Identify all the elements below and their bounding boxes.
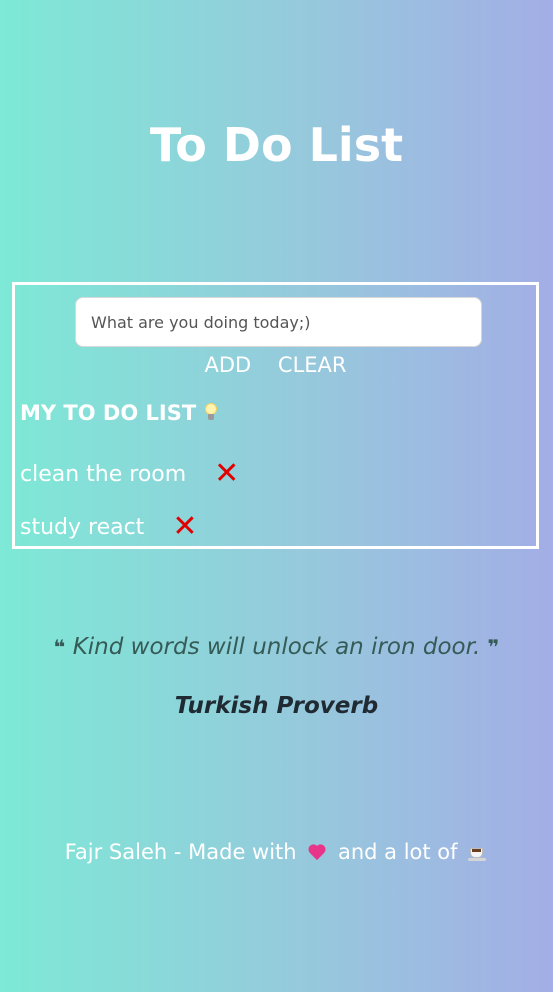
add-button[interactable]: ADD — [205, 353, 252, 377]
todo-panel: ADD CLEAR MY TO DO LIST clean the room ✕… — [12, 282, 539, 549]
page-title: To Do List — [149, 118, 404, 172]
todo-item: study react ✕ — [20, 512, 197, 542]
open-quote-icon: ❝ — [53, 635, 66, 659]
delete-icon[interactable]: ✕ — [214, 459, 239, 489]
task-input[interactable] — [75, 297, 482, 347]
quote-text: Kind words will unlock an iron door. — [72, 634, 481, 660]
coffee-icon — [468, 843, 488, 861]
footer-prefix: Fajr Saleh - Made with — [64, 840, 297, 864]
todo-item-text: clean the room — [20, 461, 187, 487]
list-heading: MY TO DO LIST — [20, 401, 218, 425]
clear-button[interactable]: CLEAR — [278, 353, 347, 377]
todo-item-text: study react — [20, 514, 145, 540]
delete-icon[interactable]: ✕ — [172, 512, 197, 542]
heart-icon — [307, 843, 327, 861]
list-heading-label: MY TO DO LIST — [20, 401, 197, 425]
action-bar: ADD CLEAR — [15, 353, 536, 377]
lightbulb-icon — [204, 403, 218, 423]
close-quote-icon: ❞ — [487, 635, 500, 659]
quote-author: Turkish Proverb — [174, 693, 379, 719]
quote: ❝ Kind words will unlock an iron door. ❞ — [0, 634, 553, 660]
footer: Fajr Saleh - Made with and a lot of — [0, 840, 553, 864]
footer-middle: and a lot of — [337, 840, 458, 864]
todo-item: clean the room ✕ — [20, 459, 239, 489]
